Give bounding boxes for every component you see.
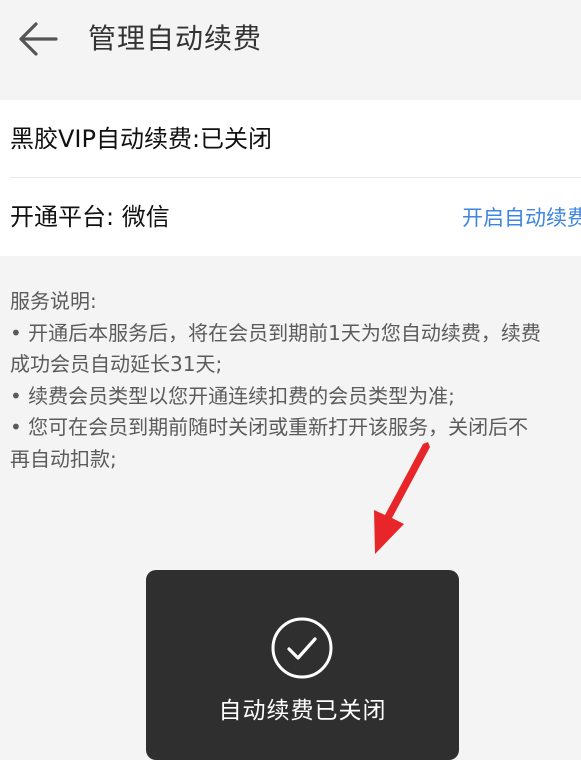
back-button[interactable]	[14, 18, 60, 60]
description-heading: 服务说明:	[10, 289, 97, 313]
app-header: 管理自动续费	[0, 0, 581, 80]
toast-notification: 自动续费已关闭	[146, 570, 459, 760]
description-line: • 您可在会员到期前随时关闭或重新打开该服务，关闭后不	[10, 415, 529, 439]
check-circle-icon	[271, 617, 333, 679]
description-line: • 续费会员类型以您开通连续扣费的会员类型为准;	[10, 383, 455, 408]
platform-row: 开通平台: 微信 开启自动续费	[0, 178, 581, 256]
page-title: 管理自动续费	[88, 22, 263, 55]
subscription-card: 黑胶VIP自动续费:已关闭 开通平台: 微信 开启自动续费	[0, 100, 581, 256]
service-description: 服务说明: • 开通后本服务后，将在会员到期前1天为您自动续费，续费 成功会员自…	[10, 286, 581, 475]
platform-label: 开通平台: 微信	[10, 203, 170, 231]
arrow-left-icon	[19, 22, 58, 56]
auto-renew-status: 黑胶VIP自动续费:已关闭	[10, 125, 273, 153]
description-line: • 开通后本服务后，将在会员到期前1天为您自动续费，续费	[10, 320, 541, 345]
description-line: 再自动扣款;	[10, 446, 117, 471]
toast-message: 自动续费已关闭	[218, 698, 387, 724]
red-arrow-icon	[374, 442, 430, 554]
description-line: 成功会员自动延长31天;	[10, 352, 223, 376]
enable-auto-renew-link[interactable]: 开启自动续费	[462, 200, 581, 236]
status-row: 黑胶VIP自动续费:已关闭	[0, 100, 581, 178]
